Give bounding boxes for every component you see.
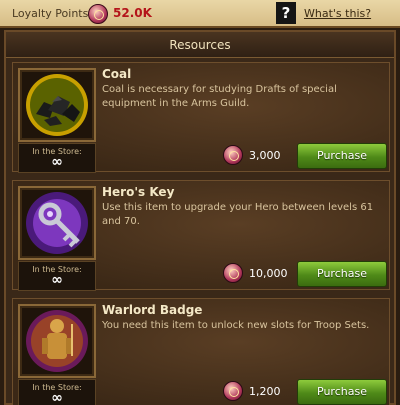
store-availability: In the Store: ∞ bbox=[18, 143, 96, 173]
store-availability: In the Store: ∞ bbox=[18, 261, 96, 291]
item-title: Coal bbox=[102, 67, 132, 81]
store-item-warlord-badge: In the Store: ∞ Warlord Badge You need t… bbox=[12, 298, 390, 405]
loyalty-points-value: 52.0K bbox=[113, 6, 152, 20]
help-button[interactable]: ? bbox=[276, 2, 296, 24]
loyalty-coin-icon bbox=[88, 4, 108, 24]
loyalty-coin-icon bbox=[223, 145, 243, 165]
loyalty-coin-icon bbox=[223, 381, 243, 401]
item-description: Coal is necessary for studying Drafts of… bbox=[102, 84, 337, 109]
infinity-icon: ∞ bbox=[51, 154, 63, 170]
badge-icon bbox=[18, 304, 96, 378]
item-price: 3,000 bbox=[249, 149, 281, 162]
item-description: You need this item to unlock new slots f… bbox=[102, 320, 370, 331]
loyalty-coin-icon bbox=[223, 263, 243, 283]
whats-this-link[interactable]: What's this? bbox=[304, 7, 371, 20]
coal-icon bbox=[18, 68, 96, 142]
item-title: Hero's Key bbox=[102, 185, 175, 199]
item-price: 10,000 bbox=[249, 267, 288, 280]
purchase-button[interactable]: Purchase bbox=[297, 143, 387, 169]
item-title: Warlord Badge bbox=[102, 303, 203, 317]
item-price: 1,200 bbox=[249, 385, 281, 398]
purchase-button[interactable]: Purchase bbox=[297, 261, 387, 287]
item-description: Use this item to upgrade your Hero betwe… bbox=[102, 202, 374, 227]
loyalty-bar: Loyalty Points 52.0K ? What's this? bbox=[0, 0, 400, 28]
section-title: Resources bbox=[6, 32, 394, 58]
key-icon bbox=[18, 186, 96, 260]
infinity-icon: ∞ bbox=[51, 272, 63, 288]
resources-panel: Resources In the Store: ∞ Coal Coal is n… bbox=[4, 30, 396, 405]
loyalty-points-label: Loyalty Points bbox=[12, 7, 89, 20]
store-item-heros-key: In the Store: ∞ Hero's Key Use this item… bbox=[12, 180, 390, 291]
store-item-coal: In the Store: ∞ Coal Coal is necessary f… bbox=[12, 62, 390, 173]
infinity-icon: ∞ bbox=[51, 390, 63, 405]
purchase-button[interactable]: Purchase bbox=[297, 379, 387, 405]
store-availability: In the Store: ∞ bbox=[18, 379, 96, 405]
